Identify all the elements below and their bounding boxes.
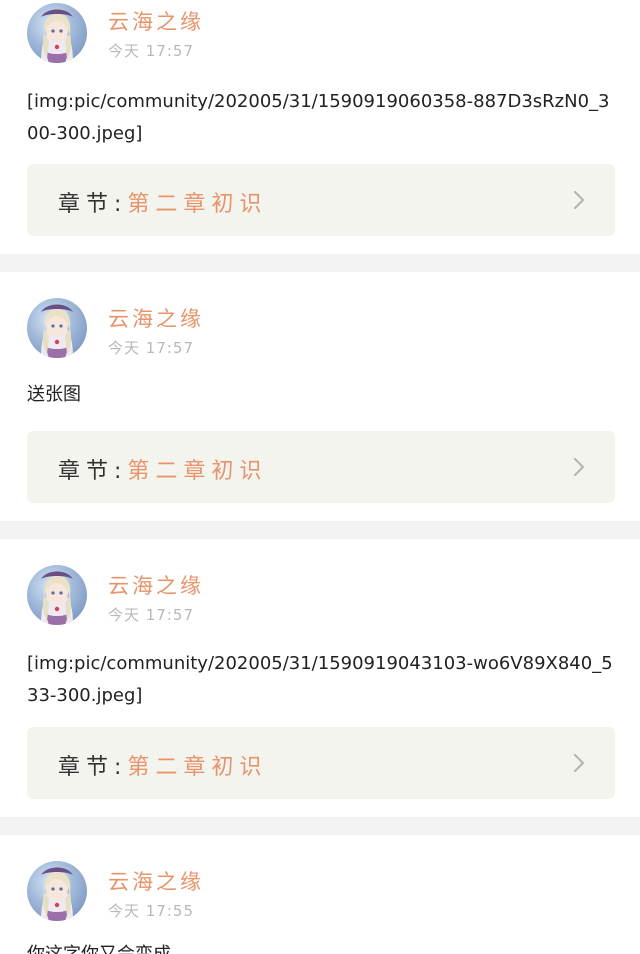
chapter-name: 第二章初识 <box>127 459 268 484</box>
post-feed: 云海之缘 今天 17:57 [img:pic/community/202005/… <box>0 0 640 954</box>
avatar[interactable] <box>27 298 87 358</box>
avatar[interactable] <box>27 861 87 921</box>
chapter-name: 第二章初识 <box>127 192 268 217</box>
post-text: [img:pic/community/202005/31/15909190431… <box>27 653 613 706</box>
post-time: 今天 17:57 <box>108 42 194 60</box>
post-card[interactable]: 云海之缘 今天 17:55 你这字你又会变成 <box>0 835 640 954</box>
post-card[interactable]: 云海之缘 今天 17:57 [img:pic/community/202005/… <box>0 539 640 817</box>
chapter-link[interactable]: 章节:第二章初识 <box>27 164 615 236</box>
avatar[interactable] <box>27 3 87 63</box>
post-card[interactable]: 云海之缘 今天 17:57 [img:pic/community/202005/… <box>0 0 640 254</box>
chevron-right-icon <box>573 753 585 773</box>
chapter-link[interactable]: 章节:第二章初识 <box>27 727 615 799</box>
avatar[interactable] <box>27 565 87 625</box>
chapter-label: 章节:第二章初识 <box>58 186 267 218</box>
chapter-label: 章节:第二章初识 <box>58 453 267 485</box>
username[interactable]: 云海之缘 <box>108 303 204 333</box>
chapter-link[interactable]: 章节:第二章初识 <box>27 431 615 503</box>
post-text: 送张图 <box>27 384 81 405</box>
username[interactable]: 云海之缘 <box>108 6 204 36</box>
chapter-prefix: 章节: <box>58 192 128 217</box>
username[interactable]: 云海之缘 <box>108 866 204 896</box>
chevron-right-icon <box>573 190 585 210</box>
chevron-right-icon <box>573 457 585 477</box>
username[interactable]: 云海之缘 <box>108 570 204 600</box>
post-text: [img:pic/community/202005/31/15909190603… <box>27 91 610 144</box>
post-time: 今天 17:57 <box>108 339 194 357</box>
post-text: 你这字你又会变成 <box>27 939 620 954</box>
post-card[interactable]: 云海之缘 今天 17:57 送张图 章节:第二章初识 <box>0 272 640 521</box>
chapter-prefix: 章节: <box>58 755 128 780</box>
chapter-label: 章节:第二章初识 <box>58 749 267 781</box>
post-time: 今天 17:55 <box>108 902 194 920</box>
post-time: 今天 17:57 <box>108 606 194 624</box>
chapter-name: 第二章初识 <box>127 755 268 780</box>
chapter-prefix: 章节: <box>58 459 128 484</box>
